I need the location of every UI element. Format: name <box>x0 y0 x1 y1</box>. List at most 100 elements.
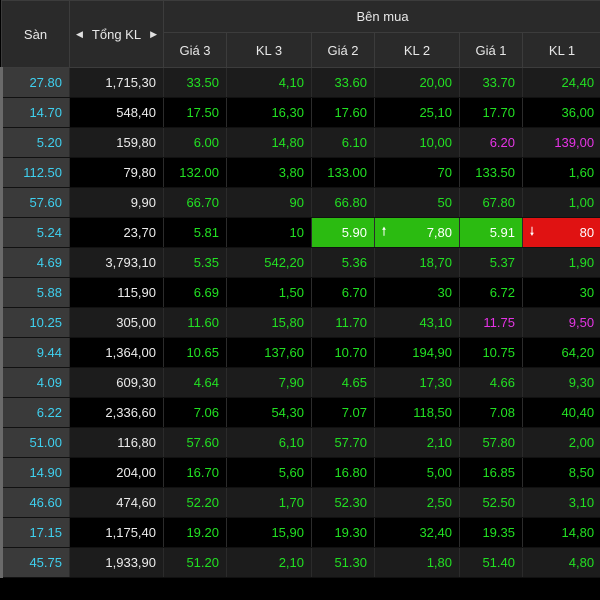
arrow-up-icon: 🠑 <box>382 226 386 238</box>
table-row[interactable]: 14.70 548,40 17.50 16,30 17.60 25,10 17.… <box>0 97 600 128</box>
table-row[interactable]: 5.20 159,80 6.00 14,80 6.10 10,00 6.20 1… <box>0 127 600 158</box>
gia3-cell: 17.50 <box>163 97 227 128</box>
san-cell: 45.75 <box>0 547 70 578</box>
table-row[interactable]: 5.88 115,90 6.69 1,50 6.70 30 6.72 30 <box>0 277 600 308</box>
kl1-cell: 1,90 <box>522 247 600 278</box>
gia1-cell: 5.91 <box>459 217 523 248</box>
kl3-cell: 6,10 <box>226 427 312 458</box>
gia1-cell: 16.85 <box>459 457 523 488</box>
gia1-cell: 33.70 <box>459 67 523 98</box>
table-row[interactable]: 45.75 1,933,90 51.20 2,10 51.30 1,80 51.… <box>0 547 600 578</box>
gia3-cell: 6.00 <box>163 127 227 158</box>
arrow-left-icon[interactable]: ◀ <box>76 29 83 40</box>
gia3-cell: 11.60 <box>163 307 227 338</box>
table-row[interactable]: 57.60 9,90 66.70 90 66.80 50 67.80 1,00 <box>0 187 600 218</box>
gia2-cell: 7.07 <box>311 397 375 428</box>
column-header-gia2[interactable]: Giá 2 <box>311 32 375 68</box>
column-header-kl3[interactable]: KL 3 <box>226 32 312 68</box>
kl3-cell: 16,30 <box>226 97 312 128</box>
kl1-cell: 139,00 <box>522 127 600 158</box>
column-header-gia1[interactable]: Giá 1 <box>459 32 523 68</box>
table-row[interactable]: 51.00 116,80 57.60 6,10 57.70 2,10 57.80… <box>0 427 600 458</box>
tong-kl-cell: 1,175,40 <box>69 517 164 548</box>
kl2-cell: 25,10 <box>374 97 460 128</box>
kl2-cell: 194,90 <box>374 337 460 368</box>
table-row[interactable]: 27.80 1,715,30 33.50 4,10 33.60 20,00 33… <box>0 67 600 98</box>
table-row[interactable]: 5.24 23,70 5.81 10 5.90 🠑 7,80 5.91 🠓 80 <box>0 217 600 248</box>
table-row[interactable]: 6.22 2,336,60 7.06 54,30 7.07 118,50 7.0… <box>0 397 600 428</box>
gia3-cell: 19.20 <box>163 517 227 548</box>
column-header-kl1[interactable]: KL 1 <box>521 32 600 68</box>
gia1-cell: 57.80 <box>459 427 523 458</box>
gia2-cell: 17.60 <box>311 97 375 128</box>
kl2-cell: 🠑 7,80 <box>374 217 460 248</box>
column-header-san-label: Sàn <box>23 26 48 42</box>
gia2-cell: 11.70 <box>311 307 375 338</box>
gia3-cell: 4.64 <box>163 367 227 398</box>
gia3-cell: 5.35 <box>163 247 227 278</box>
kl3-cell: 2,10 <box>226 547 312 578</box>
kl3-cell: 5,60 <box>226 457 312 488</box>
gia2-cell: 5.36 <box>311 247 375 278</box>
table-row[interactable]: 10.25 305,00 11.60 15,80 11.70 43,10 11.… <box>0 307 600 338</box>
kl3-cell: 90 <box>226 187 312 218</box>
gia2-cell: 5.90 <box>311 217 375 248</box>
kl3-cell: 54,30 <box>226 397 312 428</box>
table-row[interactable]: 4.09 609,30 4.64 7,90 4.65 17,30 4.66 9,… <box>0 367 600 398</box>
gia1-cell: 67.80 <box>459 187 523 218</box>
table-row[interactable]: 17.15 1,175,40 19.20 15,90 19.30 32,40 1… <box>0 517 600 548</box>
table-row[interactable]: 112.50 79,80 132.00 3,80 133.00 70 133.5… <box>0 157 600 188</box>
price-board-table: Sàn ◀ Tổng KL ▶ Bên mua Giá 3 KL 3 Giá 2… <box>0 0 600 578</box>
gia3-cell: 52.20 <box>163 487 227 518</box>
kl3-cell: 137,60 <box>226 337 312 368</box>
gia2-cell: 4.65 <box>311 367 375 398</box>
kl3-cell: 542,20 <box>226 247 312 278</box>
gia1-cell: 52.50 <box>459 487 523 518</box>
kl1-cell: 9,50 <box>522 307 600 338</box>
kl3-cell: 1,70 <box>226 487 312 518</box>
san-cell: 17.15 <box>0 517 70 548</box>
gia1-cell: 17.70 <box>459 97 523 128</box>
san-cell: 14.90 <box>0 457 70 488</box>
kl2-value: 7,80 <box>426 225 452 240</box>
column-header-kl2[interactable]: KL 2 <box>374 32 460 68</box>
arrow-down-icon: 🠓 <box>530 226 534 238</box>
tong-kl-cell: 1,715,30 <box>69 67 164 98</box>
kl1-cell: 🠓 80 <box>522 217 600 248</box>
gia2-cell: 10.70 <box>311 337 375 368</box>
kl1-cell: 3,10 <box>522 487 600 518</box>
kl1-cell: 1,00 <box>522 187 600 218</box>
kl2-cell: 32,40 <box>374 517 460 548</box>
arrow-right-icon[interactable]: ▶ <box>150 29 157 40</box>
tong-kl-cell: 474,60 <box>69 487 164 518</box>
kl1-cell: 24,40 <box>522 67 600 98</box>
group-header-ben-mua: Bên mua <box>162 0 600 33</box>
gia1-cell: 133.50 <box>459 157 523 188</box>
table-row[interactable]: 14.90 204,00 16.70 5,60 16.80 5,00 16.85… <box>0 457 600 488</box>
gia1-cell: 4.66 <box>459 367 523 398</box>
san-cell: 5.88 <box>0 277 70 308</box>
table-row[interactable]: 4.69 3,793,10 5.35 542,20 5.36 18,70 5.3… <box>0 247 600 278</box>
table-row[interactable]: 46.60 474,60 52.20 1,70 52.30 2,50 52.50… <box>0 487 600 518</box>
kl3-cell: 1,50 <box>226 277 312 308</box>
kl2-cell: 43,10 <box>374 307 460 338</box>
column-header-tong-kl[interactable]: ◀ Tổng KL ▶ <box>69 0 164 68</box>
column-header-gia3[interactable]: Giá 3 <box>163 32 227 68</box>
tong-kl-cell: 305,00 <box>69 307 164 338</box>
san-cell: 57.60 <box>0 187 70 218</box>
kl2-cell: 1,80 <box>374 547 460 578</box>
gia1-cell: 6.20 <box>459 127 523 158</box>
san-cell: 10.25 <box>0 307 70 338</box>
san-cell: 112.50 <box>0 157 70 188</box>
gia2-cell: 19.30 <box>311 517 375 548</box>
gia3-cell: 132.00 <box>163 157 227 188</box>
column-header-san[interactable]: Sàn <box>1 0 70 68</box>
gia3-cell: 51.20 <box>163 547 227 578</box>
tong-kl-cell: 116,80 <box>69 427 164 458</box>
san-cell: 6.22 <box>0 397 70 428</box>
tong-kl-cell: 2,336,60 <box>69 397 164 428</box>
kl2-cell: 30 <box>374 277 460 308</box>
table-row[interactable]: 9.44 1,364,00 10.65 137,60 10.70 194,90 … <box>0 337 600 368</box>
column-header-tong-kl-label: Tổng KL <box>91 26 142 42</box>
tong-kl-cell: 1,933,90 <box>69 547 164 578</box>
